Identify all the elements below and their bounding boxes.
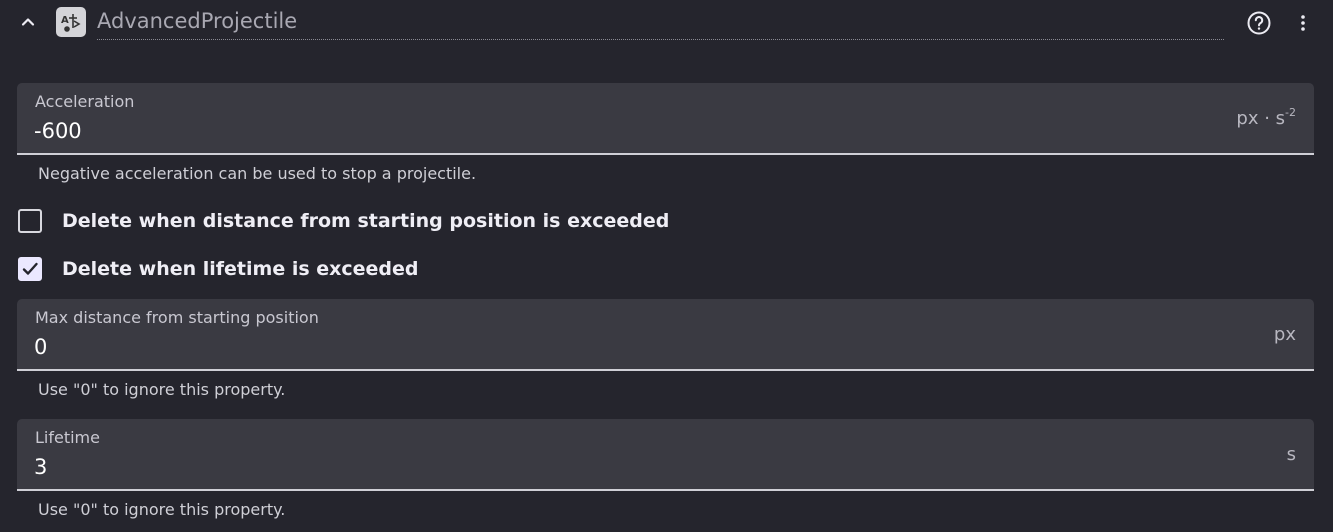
lifetime-unit: s — [1286, 444, 1296, 465]
delete-lifetime-checkbox[interactable] — [18, 257, 42, 281]
more-vertical-icon — [1301, 15, 1305, 31]
more-options-button[interactable] — [1291, 9, 1315, 37]
lifetime-field[interactable]: Lifetime s — [17, 419, 1314, 491]
svg-text:A: A — [61, 15, 69, 26]
delete-distance-label: Delete when distance from starting posit… — [62, 210, 670, 232]
acceleration-input[interactable] — [34, 117, 1184, 145]
delete-lifetime-option[interactable]: Delete when lifetime is exceeded — [18, 254, 419, 284]
acceleration-unit: px · s-2 — [1236, 106, 1296, 129]
checkmark-icon — [22, 262, 38, 275]
lifetime-input[interactable] — [34, 453, 1184, 481]
delete-distance-checkbox[interactable] — [18, 209, 42, 233]
acceleration-field[interactable]: Acceleration px · s-2 — [17, 83, 1314, 155]
behavior-title: AdvancedProjectile — [97, 9, 298, 33]
max-distance-input[interactable] — [34, 333, 1184, 361]
delete-lifetime-label: Delete when lifetime is exceeded — [62, 258, 419, 280]
acceleration-label: Acceleration — [35, 92, 135, 111]
max-distance-unit: px — [1273, 324, 1296, 345]
acceleration-helper-text: Negative acceleration can be used to sto… — [38, 164, 477, 183]
lifetime-helper-text: Use "0" to ignore this property. — [38, 500, 286, 519]
help-circle-icon — [1247, 11, 1271, 35]
behavior-header: A AdvancedProjectile — [0, 0, 1333, 50]
max-distance-helper-text: Use "0" to ignore this property. — [38, 380, 286, 399]
chevron-up-icon — [21, 18, 35, 26]
collapse-button[interactable] — [16, 10, 40, 34]
behavior-name-field[interactable]: AdvancedProjectile — [97, 6, 1224, 40]
lifetime-label: Lifetime — [35, 428, 100, 447]
projectile-behavior-icon: A — [56, 7, 86, 37]
max-distance-field[interactable]: Max distance from starting position px — [17, 299, 1314, 371]
delete-distance-option[interactable]: Delete when distance from starting posit… — [18, 206, 669, 236]
max-distance-label: Max distance from starting position — [35, 308, 319, 327]
help-button[interactable] — [1245, 9, 1273, 37]
